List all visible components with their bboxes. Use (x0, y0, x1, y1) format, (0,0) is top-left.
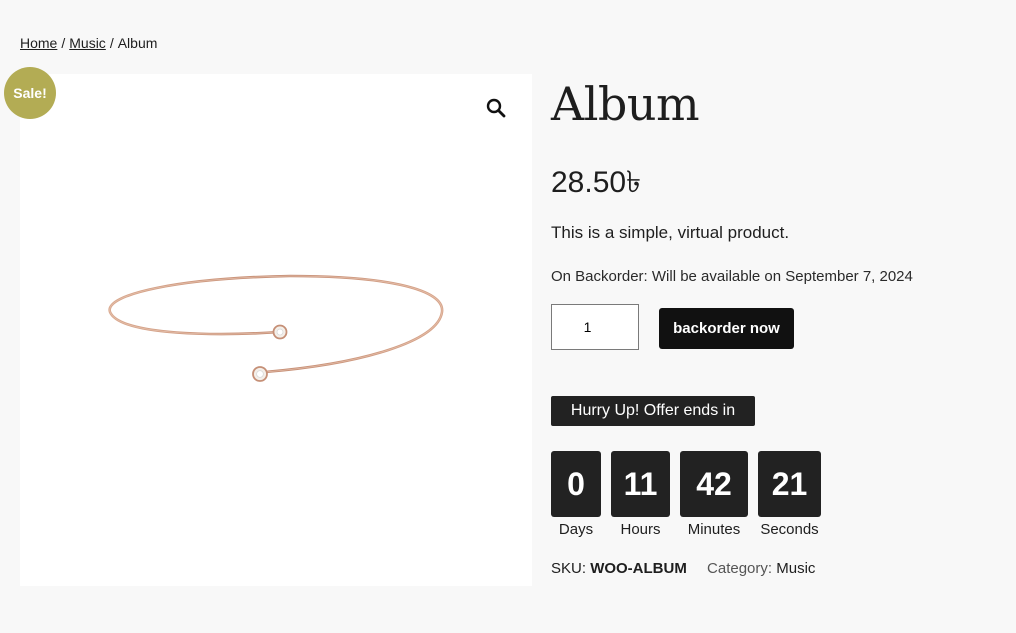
quantity-input[interactable] (551, 304, 639, 350)
category: Category: Music (707, 560, 815, 577)
countdown-hours-label: Hours (620, 521, 661, 538)
breadcrumb-current: Album (117, 35, 158, 51)
countdown-seconds-value: 21 (758, 451, 821, 517)
countdown-days: 0 Days (551, 451, 601, 538)
product-price: 28.50৳ (551, 166, 642, 199)
product-description: This is a simple, virtual product. (551, 223, 790, 242)
category-label: Category: (707, 560, 773, 577)
sku-value: WOO-ALBUM (590, 560, 687, 577)
breadcrumb-music-link[interactable]: Music (69, 35, 106, 51)
countdown-minutes-value: 42 (680, 451, 748, 517)
countdown-minutes: 42 Minutes (680, 451, 748, 538)
stock-status: On Backorder: Will be available on Septe… (551, 268, 913, 285)
product-meta: SKU: WOO-ALBUM Category: Music (551, 560, 815, 577)
countdown-minutes-label: Minutes (687, 521, 741, 538)
product-gallery (20, 74, 532, 586)
breadcrumb: Home / Music / Album (20, 35, 157, 51)
sku-label: SKU: (551, 560, 587, 577)
product-image[interactable] (100, 264, 450, 394)
countdown-seconds-label: Seconds (760, 521, 819, 538)
category-link[interactable]: Music (776, 560, 815, 577)
countdown-seconds: 21 Seconds (758, 451, 821, 538)
offer-banner: Hurry Up! Offer ends in (551, 396, 755, 426)
sale-badge: Sale! (4, 67, 56, 119)
breadcrumb-separator: / (61, 35, 66, 51)
product-title: Album (551, 77, 700, 131)
countdown-days-value: 0 (551, 451, 601, 517)
countdown-hours-value: 11 (611, 451, 670, 517)
backorder-button[interactable]: backorder now (659, 308, 794, 349)
countdown-days-label: Days (558, 521, 594, 538)
breadcrumb-home-link[interactable]: Home (20, 35, 57, 51)
countdown-hours: 11 Hours (611, 451, 670, 538)
breadcrumb-separator: / (109, 35, 114, 51)
search-icon[interactable] (483, 95, 509, 121)
